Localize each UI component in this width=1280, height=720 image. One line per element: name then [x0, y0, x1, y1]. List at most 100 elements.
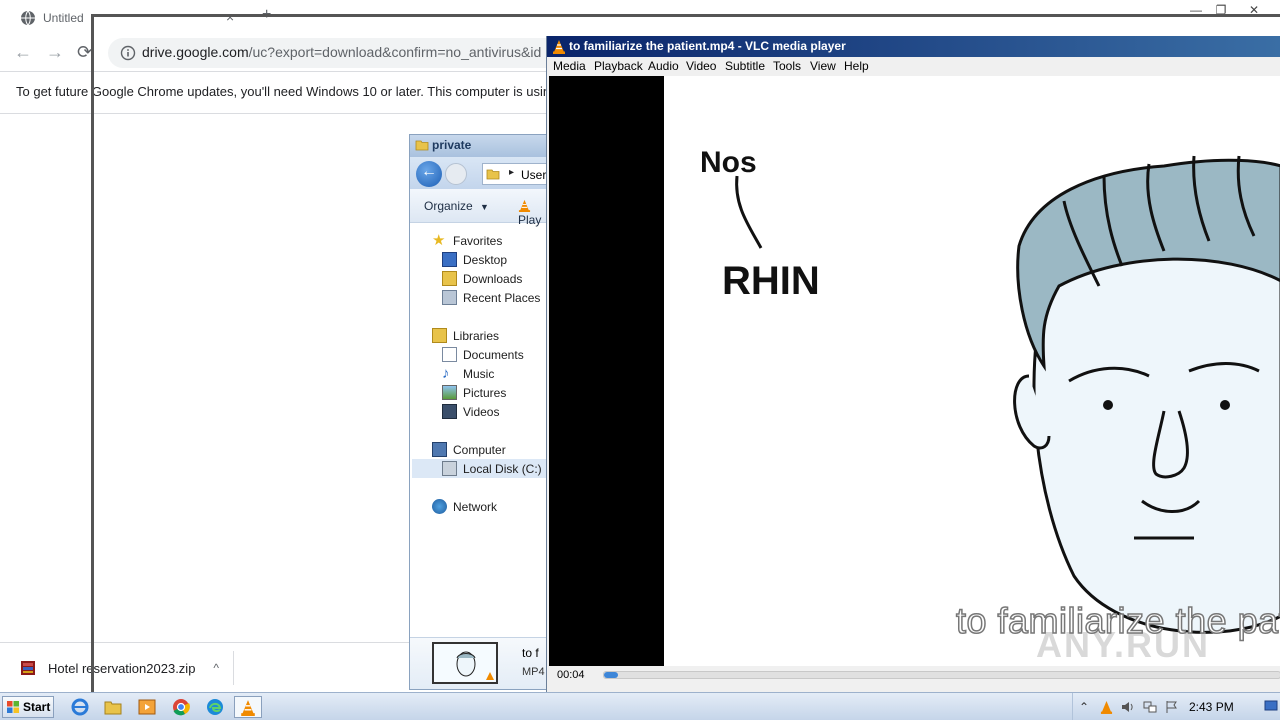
nav-pictures-label: Pictures [463, 385, 507, 400]
menu-audio[interactable]: Audio [648, 59, 679, 73]
explorer-address-row: ▸ User [410, 157, 548, 189]
desktop-icon [442, 252, 457, 267]
url-path: /uc?export=download&confirm=no_antivirus… [248, 44, 542, 60]
elapsed-time: 00:04 [557, 669, 585, 681]
tray-vlc-icon[interactable] [1095, 697, 1117, 717]
menu-help[interactable]: Help [844, 59, 869, 73]
explorer-title: private [432, 138, 472, 152]
explorer-address-bar[interactable]: ▸ User [482, 163, 548, 185]
windows-flag-icon [7, 701, 19, 713]
network-icon [1143, 701, 1157, 713]
chrome-icon [173, 699, 190, 716]
seek-bar[interactable] [603, 671, 1280, 679]
show-desktop-icon[interactable] [1264, 699, 1278, 713]
download-item[interactable]: Hotel reservation2023.zip ^ [8, 651, 234, 685]
internet-explorer-icon [71, 698, 89, 716]
menu-playback[interactable]: Playback [594, 59, 643, 73]
videos-icon [442, 404, 457, 419]
nav-documents[interactable]: Documents [442, 345, 524, 364]
info-icon[interactable] [120, 45, 136, 61]
seek-bar-progress [604, 672, 618, 678]
nav-pictures[interactable]: Pictures [442, 383, 506, 402]
back-button[interactable]: ← [14, 42, 32, 63]
vlc-cone-icon [1100, 700, 1112, 714]
nav-recent-places[interactable]: Recent Places [442, 288, 540, 307]
folder-icon [486, 169, 500, 180]
taskbar: Start ⌃ 2:43 PM [0, 692, 1280, 720]
breadcrumb-user[interactable]: User [521, 168, 546, 182]
window-drag-outline-vertical [91, 14, 94, 692]
taskbar-chrome[interactable] [167, 696, 195, 718]
video-subtitle: to familiarize the pat [955, 599, 1280, 642]
nav-favorites[interactable]: ★ Favorites [432, 231, 502, 250]
nav-documents-label: Documents [463, 347, 524, 362]
taskbar-vlc[interactable] [234, 696, 262, 718]
star-icon: ★ [432, 232, 446, 249]
video-area[interactable]: Nos RHIN ANY.RUN to familiarize the pat [549, 76, 1280, 666]
nav-libraries[interactable]: Libraries [432, 326, 499, 345]
clock[interactable]: 2:43 PM [1189, 700, 1234, 714]
nav-computer[interactable]: Computer [432, 440, 506, 459]
browser-tab[interactable]: Untitled × [8, 4, 248, 32]
explorer-window: private ▸ User Organize ▼ Play ★ Favorit… [409, 134, 549, 690]
minimize-button[interactable]: — [1182, 0, 1210, 20]
nav-videos[interactable]: Videos [442, 402, 499, 421]
explorer-titlebar[interactable]: private [410, 135, 548, 157]
volume-icon[interactable] [1117, 697, 1139, 717]
tab-close-icon[interactable]: × [226, 9, 234, 25]
taskbar-explorer[interactable] [99, 696, 127, 718]
folder-icon [415, 140, 429, 151]
action-center-icon[interactable] [1161, 697, 1183, 717]
nav-desktop[interactable]: Desktop [442, 250, 507, 269]
close-button[interactable]: ✕ [1240, 0, 1268, 20]
start-button[interactable]: Start [2, 696, 54, 718]
vlc-titlebar[interactable]: to familiarize the patient.mp4 - VLC med… [547, 36, 1280, 57]
nav-downloads-label: Downloads [463, 271, 523, 286]
forward-button[interactable]: → [46, 42, 64, 63]
maximize-button[interactable]: ❐ [1207, 0, 1235, 20]
menu-media[interactable]: Media [553, 59, 586, 73]
vlc-cone-icon [553, 40, 565, 54]
menu-video[interactable]: Video [686, 59, 716, 73]
right-eye [1220, 400, 1230, 410]
nav-network[interactable]: Network [432, 497, 497, 516]
vlc-cone-icon [241, 699, 255, 716]
menu-tools[interactable]: Tools [773, 59, 801, 73]
network-tray-icon[interactable] [1139, 697, 1161, 717]
music-note-icon: ♪ [442, 365, 450, 382]
libraries-icon [432, 328, 447, 343]
pointer-line [735, 175, 763, 249]
nav-local-disk[interactable]: Local Disk (C:) [412, 459, 548, 478]
cartoon-face-illustration: Nos RHIN [700, 146, 1280, 634]
reload-button[interactable]: ⟳ [77, 42, 92, 63]
back-arrow-icon[interactable] [416, 161, 442, 187]
chevron-up-icon[interactable]: ⌃ [1073, 697, 1095, 717]
vlc-title: to familiarize the patient.mp4 - VLC med… [569, 39, 846, 53]
taskbar-media-player[interactable] [133, 696, 161, 718]
window-drag-outline-horizontal [91, 14, 1280, 17]
face-thumbnail-icon [456, 651, 494, 680]
recent-places-icon [442, 290, 457, 305]
taskbar-ie[interactable] [66, 696, 94, 718]
menu-view[interactable]: View [810, 59, 836, 73]
nav-local-disk-label: Local Disk (C:) [463, 461, 542, 476]
organize-button[interactable]: Organize ▼ [424, 199, 489, 213]
organize-label: Organize [424, 199, 473, 213]
play-button[interactable]: Play [518, 199, 548, 227]
taskbar-edge[interactable] [201, 696, 229, 718]
menu-subtitle[interactable]: Subtitle [725, 59, 765, 73]
download-filename: Hotel reservation2023.zip [48, 660, 196, 676]
hard-drive-icon [442, 461, 457, 476]
chevron-up-icon[interactable]: ^ [213, 661, 219, 675]
nav-downloads[interactable]: Downloads [442, 269, 522, 288]
system-tray: ⌃ 2:43 PM [1072, 693, 1280, 720]
drawn-label-nos: Nos [700, 146, 757, 179]
tab-title: Untitled [43, 11, 84, 25]
breadcrumb-caret-icon[interactable]: ▸ [509, 167, 514, 178]
nav-libraries-label: Libraries [453, 328, 500, 343]
nav-music-label: Music [463, 366, 495, 381]
media-player-icon [138, 699, 156, 715]
chevron-down-icon: ▼ [480, 202, 489, 212]
forward-arrow-icon[interactable] [445, 163, 467, 185]
nav-music[interactable]: ♪ Music [442, 364, 494, 383]
